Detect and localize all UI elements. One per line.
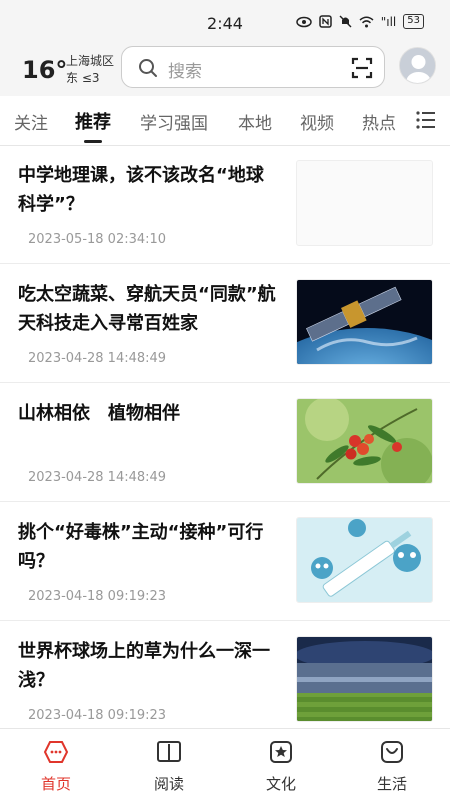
news-title[interactable]: 挑个“好毒株”主动“接种”可行吗？ <box>18 518 280 576</box>
news-title[interactable]: 山林相依 植物相伴 <box>18 399 280 428</box>
home-icon <box>43 741 69 763</box>
tab-local[interactable]: 本地 <box>238 109 272 134</box>
news-item[interactable]: 中学地理课，该不该改名“地球科学”？ 2023-05-18 02:34:10 <box>0 146 450 264</box>
search-placeholder[interactable]: 搜索 <box>168 57 202 82</box>
battery-icon: 53 <box>403 14 424 29</box>
weather-city[interactable]: 上海城区 <box>66 52 114 69</box>
tab-xuexi-qiangguo[interactable]: 学习强国 <box>140 109 208 134</box>
news-date: 2023-04-28 14:48:49 <box>28 470 167 485</box>
menu-list-icon[interactable] <box>416 111 436 129</box>
satellite-earth-image[interactable] <box>296 279 433 365</box>
wifi-icon <box>359 16 374 27</box>
nfc-icon <box>318 15 332 28</box>
nav-reading[interactable]: 阅读 <box>129 737 209 797</box>
user-avatar-icon <box>400 48 435 83</box>
star-card-icon <box>270 741 292 763</box>
nav-label-culture: 文化 <box>265 775 296 793</box>
smile-bag-icon <box>381 741 403 763</box>
tab-recommend[interactable]: 推荐 <box>75 108 111 134</box>
stadium-image[interactable] <box>296 636 433 722</box>
news-list: 中学地理课，该不该改名“地球科学”？ 2023-05-18 02:34:10 吃… <box>0 146 450 728</box>
active-tab-indicator <box>84 140 102 143</box>
news-date: 2023-04-28 14:48:49 <box>28 351 167 366</box>
news-item[interactable]: 挑个“好毒株”主动“接种”可行吗？ 2023-04-18 09:19:23 <box>0 503 450 621</box>
nav-home[interactable]: 首页 <box>16 737 96 797</box>
category-tabs: 关注 推荐 学习强国 本地 视频 热点 <box>0 96 450 146</box>
red-berries-image[interactable] <box>296 398 433 484</box>
news-item[interactable]: 吃太空蔬菜、穿航天员“同款”航天科技走入寻常百姓家 2023-04-28 14:… <box>0 265 450 383</box>
book-icon <box>157 741 181 762</box>
news-title[interactable]: 吃太空蔬菜、穿航天员“同款”航天科技走入寻常百姓家 <box>18 280 280 338</box>
virus-syringe-image[interactable] <box>296 517 433 603</box>
nav-label-home: 首页 <box>40 775 71 793</box>
status-icons: "ıll 53 <box>295 14 424 29</box>
header: 16° 上海城区 东 ≤3 搜索 <box>0 44 450 96</box>
weather-wind[interactable]: 东 ≤3 <box>66 69 100 86</box>
news-item[interactable]: 世界杯球场上的草为什么一深一浅？ 2023-04-18 09:19:23 <box>0 622 450 728</box>
nav-label-life: 生活 <box>376 775 407 793</box>
news-thumbnail-empty[interactable] <box>296 160 433 246</box>
bottom-nav: 首页 阅读 文化 生活 <box>0 728 450 800</box>
nav-label-reading: 阅读 <box>153 775 184 793</box>
news-date: 2023-04-18 09:19:23 <box>28 589 167 604</box>
weather-temperature[interactable]: 16° <box>22 56 67 84</box>
news-date: 2023-05-18 02:34:10 <box>28 232 167 247</box>
search-box[interactable]: 搜索 <box>121 46 385 88</box>
nav-life[interactable]: 生活 <box>352 737 432 797</box>
eye-icon <box>295 16 312 27</box>
news-item[interactable]: 山林相依 植物相伴 2023-04-28 14:48:49 <box>0 384 450 502</box>
tab-video[interactable]: 视频 <box>300 109 334 134</box>
tab-hot[interactable]: 热点 <box>362 109 396 134</box>
news-date: 2023-04-18 09:19:23 <box>28 708 167 723</box>
news-title[interactable]: 世界杯球场上的草为什么一深一浅？ <box>18 637 280 695</box>
news-title[interactable]: 中学地理课，该不该改名“地球科学”？ <box>18 161 280 219</box>
status-bar: 2:44 "ıll 53 <box>0 0 450 44</box>
avatar[interactable] <box>399 47 436 84</box>
tab-follow[interactable]: 关注 <box>14 109 48 134</box>
mute-icon <box>339 15 352 28</box>
scan-icon[interactable] <box>350 56 374 80</box>
signal-icon: "ıll <box>380 14 397 29</box>
search-icon <box>139 59 157 77</box>
nav-culture[interactable]: 文化 <box>241 737 321 797</box>
